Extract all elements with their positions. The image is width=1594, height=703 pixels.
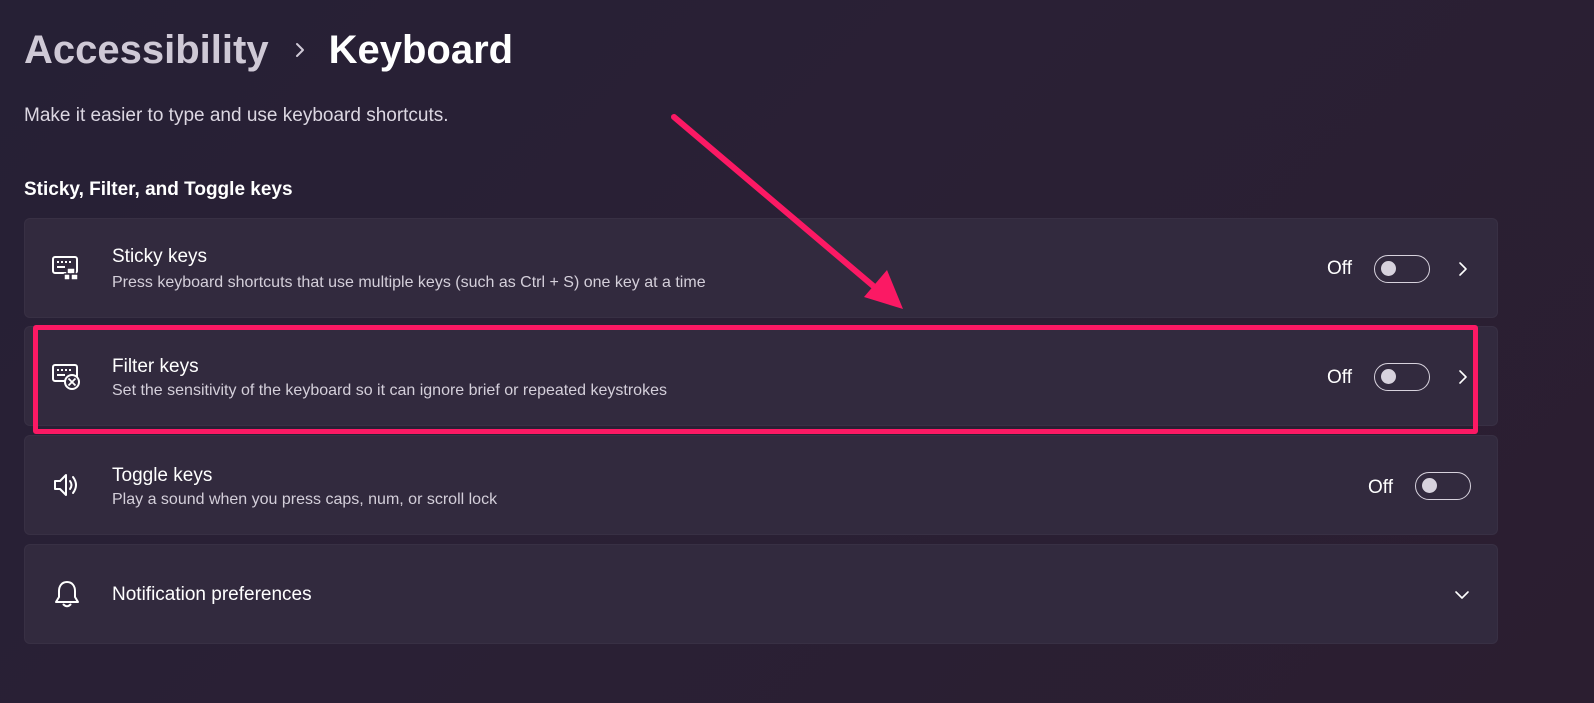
chevron-down-icon[interactable] <box>1454 587 1470 603</box>
breadcrumb: Accessibility Keyboard <box>24 24 513 76</box>
toggle-keys-description: Play a sound when you press caps, num, o… <box>112 491 498 508</box>
sticky-keys-keyboard-icon <box>51 252 83 284</box>
notification-preferences-title: Notification preferences <box>112 584 312 605</box>
toggle-knob <box>1381 261 1396 276</box>
setting-card-toggle-keys[interactable]: Toggle keys Play a sound when you press … <box>24 435 1498 535</box>
filter-keys-toggle[interactable] <box>1374 363 1430 391</box>
sticky-keys-description: Press keyboard shortcuts that use multip… <box>112 274 706 291</box>
sticky-keys-title: Sticky keys <box>112 246 208 267</box>
breadcrumb-parent-accessibility[interactable]: Accessibility <box>24 28 269 73</box>
filter-keys-keyboard-icon <box>51 360 83 392</box>
breadcrumb-chevron-icon <box>293 42 307 58</box>
page-description: Make it easier to type and use keyboard … <box>24 105 449 126</box>
bell-icon <box>51 578 83 610</box>
filter-keys-title: Filter keys <box>112 356 199 377</box>
chevron-right-icon[interactable] <box>1455 261 1471 277</box>
page-title: Keyboard <box>328 27 514 72</box>
toggle-keys-title: Toggle keys <box>112 465 213 486</box>
speaker-icon <box>51 469 83 501</box>
chevron-right-icon[interactable] <box>1455 369 1471 385</box>
filter-keys-state-label: Off <box>1327 367 1352 388</box>
filter-keys-description: Set the sensitivity of the keyboard so i… <box>112 382 667 399</box>
setting-card-notification-preferences[interactable]: Notification preferences <box>24 544 1498 644</box>
toggle-knob <box>1381 369 1396 384</box>
toggle-keys-state-label: Off <box>1368 477 1393 498</box>
setting-card-filter-keys[interactable]: Filter keys Set the sensitivity of the k… <box>24 326 1498 426</box>
toggle-knob <box>1422 478 1437 493</box>
setting-card-sticky-keys[interactable]: Sticky keys Press keyboard shortcuts tha… <box>24 218 1498 318</box>
toggle-keys-toggle[interactable] <box>1415 472 1471 500</box>
section-title: Sticky, Filter, and Toggle keys <box>24 179 293 200</box>
sticky-keys-toggle[interactable] <box>1374 255 1430 283</box>
sticky-keys-state-label: Off <box>1327 258 1352 279</box>
